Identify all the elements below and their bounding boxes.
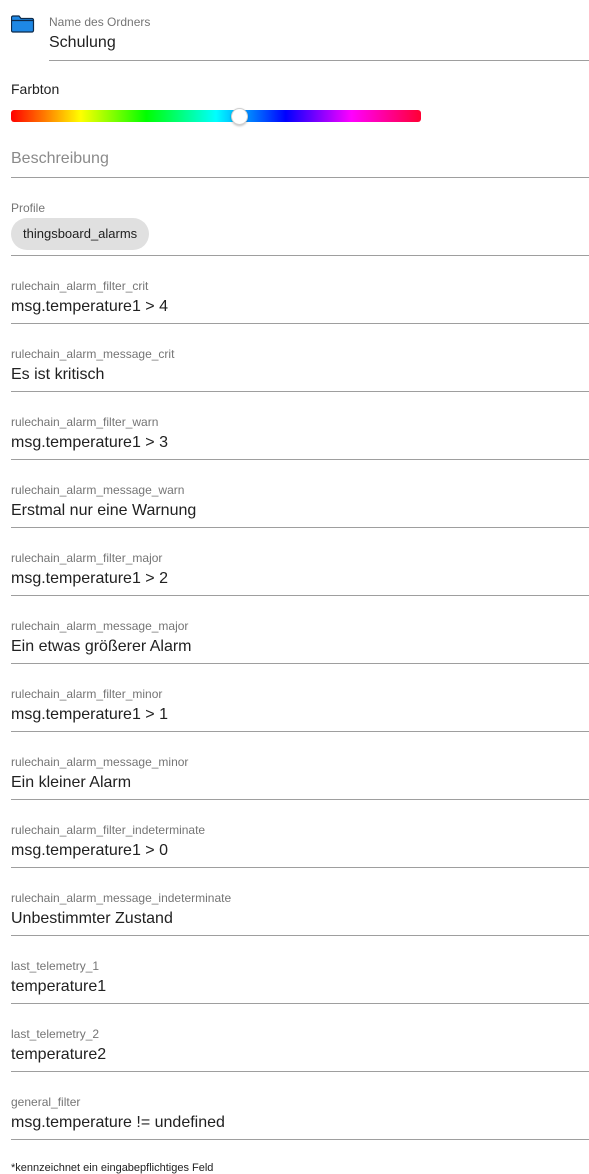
hue-slider-track[interactable]	[11, 110, 421, 122]
property-field-label: rulechain_alarm_message_minor	[11, 755, 189, 769]
property-field-label: rulechain_alarm_message_indeterminate	[11, 891, 232, 905]
property-field-label: rulechain_alarm_filter_crit	[11, 279, 149, 293]
property-field[interactable]: last_telemetry_2 temperature2	[11, 1016, 589, 1072]
property-field-value[interactable]: Ein kleiner Alarm	[11, 773, 131, 793]
folder-name-value[interactable]: Schulung	[49, 33, 116, 53]
property-field[interactable]: rulechain_alarm_message_warn Erstmal nur …	[11, 472, 589, 528]
profile-field[interactable]: Profile thingsboard_alarms	[11, 200, 589, 256]
property-field-label: general_filter	[11, 1095, 81, 1109]
property-field[interactable]: rulechain_alarm_filter_crit msg.temperatu…	[11, 268, 589, 324]
property-field[interactable]: rulechain_alarm_filter_indeterminate msg.…	[11, 812, 589, 868]
property-field[interactable]: rulechain_alarm_message_minor Ein kleiner…	[11, 744, 589, 800]
description-field[interactable]: Beschreibung	[11, 140, 589, 178]
property-field-value[interactable]: msg.temperature1 > 3	[11, 433, 168, 453]
folder-name-row: Name des Ordners Schulung	[10, 12, 589, 61]
folder-edit-form: Name des Ordners Schulung Farbton Beschr…	[0, 0, 589, 1174]
property-field-value[interactable]: Erstmal nur eine Warnung	[11, 501, 196, 521]
property-field-value[interactable]: temperature1	[11, 977, 106, 997]
property-field[interactable]: rulechain_alarm_filter_minor msg.temperat…	[11, 676, 589, 732]
property-field-label: last_telemetry_2	[11, 1027, 100, 1041]
property-field-label: rulechain_alarm_filter_major	[11, 551, 163, 565]
property-field[interactable]: rulechain_alarm_message_indeterminate Unb…	[11, 880, 589, 936]
property-field-value[interactable]: msg.temperature1 > 4	[11, 297, 168, 317]
property-field-label: rulechain_alarm_filter_warn	[11, 415, 159, 429]
property-field[interactable]: general_filter msg.temperature != undefin…	[11, 1084, 589, 1140]
property-field-value[interactable]: msg.temperature1 > 2	[11, 569, 168, 589]
property-field[interactable]: rulechain_alarm_filter_warn msg.temperatu…	[11, 404, 589, 460]
property-fields: rulechain_alarm_filter_crit msg.temperatu…	[11, 268, 589, 1152]
property-field-value[interactable]: Ein etwas größerer Alarm	[11, 637, 192, 657]
property-field-label: rulechain_alarm_message_crit	[11, 347, 175, 361]
profile-chip[interactable]: thingsboard_alarms	[11, 218, 150, 250]
hue-label: Farbton	[11, 81, 60, 97]
hue-slider-thumb[interactable]	[230, 108, 248, 125]
property-field[interactable]: rulechain_alarm_message_crit Es ist kriti…	[11, 336, 589, 392]
required-field-footnote: *kennzeichnet ein eingabepflichtiges Fel…	[11, 1162, 214, 1174]
property-field-label: rulechain_alarm_message_warn	[11, 483, 185, 497]
property-field-label: rulechain_alarm_message_major	[11, 619, 189, 633]
property-field-label: rulechain_alarm_filter_indeterminate	[11, 823, 206, 837]
property-field[interactable]: rulechain_alarm_filter_major msg.temperat…	[11, 540, 589, 596]
description-placeholder: Beschreibung	[11, 150, 109, 167]
property-field-value[interactable]: temperature2	[11, 1045, 106, 1065]
property-field-value[interactable]: msg.temperature != undefined	[11, 1113, 225, 1133]
folder-name-label: Name des Ordners	[49, 15, 151, 29]
property-field-value[interactable]: Es ist kritisch	[11, 365, 104, 385]
folder-icon	[10, 12, 35, 34]
property-field[interactable]: last_telemetry_1 temperature1	[11, 948, 589, 1004]
property-field[interactable]: rulechain_alarm_message_major Ein etwas g…	[11, 608, 589, 664]
property-field-value[interactable]: Unbestimmter Zustand	[11, 909, 173, 929]
property-field-label: last_telemetry_1	[11, 959, 100, 973]
property-field-label: rulechain_alarm_filter_minor	[11, 687, 163, 701]
folder-name-field[interactable]: Name des Ordners Schulung	[49, 12, 589, 61]
profile-label: Profile	[11, 201, 46, 215]
property-field-value[interactable]: msg.temperature1 > 1	[11, 705, 168, 725]
property-field-value[interactable]: msg.temperature1 > 0	[11, 841, 168, 861]
